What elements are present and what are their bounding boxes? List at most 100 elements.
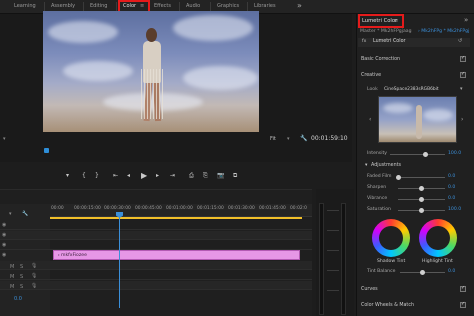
workspace-libraries[interactable]: Libraries: [254, 3, 276, 9]
vibrance-knob[interactable]: [419, 197, 424, 202]
vibrance-label: Vibrance: [367, 196, 388, 201]
previous-look-icon[interactable]: ‹: [369, 116, 371, 123]
sequence-clip-link[interactable]: › Mk2hFPg * Mk2hFPgj: [418, 29, 469, 34]
track-v1[interactable]: [0, 241, 312, 250]
track-v3[interactable]: [0, 221, 312, 230]
intensity-value[interactable]: 100.0: [448, 151, 461, 156]
ruler-label: 00:01:00:00: [166, 206, 193, 211]
step-back-icon[interactable]: ◂: [127, 172, 130, 180]
adjustments-toggle[interactable]: ▾: [365, 163, 367, 168]
step-forward-icon[interactable]: ▸: [156, 172, 159, 180]
vibrance-value[interactable]: 0.0: [448, 196, 455, 201]
track-a3[interactable]: [0, 281, 312, 290]
creative-checkbox[interactable]: [460, 71, 466, 78]
curves-checkbox[interactable]: [460, 285, 466, 292]
workspace-assembly[interactable]: Assembly: [51, 3, 75, 9]
track-v2[interactable]: [0, 231, 312, 240]
sharpen-value[interactable]: 0.0: [448, 185, 455, 190]
basic-correction-checkbox[interactable]: [460, 55, 466, 62]
section-color-wheels[interactable]: Color Wheels & Match: [361, 303, 414, 308]
ruler-label: 00:01:45:00: [259, 206, 286, 211]
section-curves[interactable]: Curves: [361, 287, 378, 292]
program-monitor-video[interactable]: [43, 11, 259, 132]
intensity-knob[interactable]: [423, 152, 428, 157]
marker-icon[interactable]: ▾: [66, 172, 69, 180]
workspaces-overflow-icon[interactable]: »: [297, 1, 302, 10]
work-area-bar[interactable]: [50, 217, 302, 219]
intensity-slider[interactable]: [390, 154, 445, 155]
microphone-icon[interactable]: 🎙: [31, 283, 37, 289]
track-a2[interactable]: [0, 271, 312, 280]
workspace-learning[interactable]: Learning: [14, 3, 36, 9]
saturation-value[interactable]: 100.0: [448, 207, 461, 212]
separator: [83, 2, 84, 11]
shadow-tint-wheel[interactable]: [372, 219, 410, 257]
section-creative[interactable]: Creative: [361, 73, 381, 78]
comparison-icon[interactable]: ⧉: [233, 172, 237, 180]
look-dropdown[interactable]: CineSpace2383sRGB6bit: [384, 87, 439, 92]
solo-icon[interactable]: S: [20, 274, 23, 280]
microphone-icon[interactable]: 🎙: [31, 273, 37, 279]
fit-dropdown[interactable]: Fit: [270, 136, 276, 142]
separator: [44, 2, 45, 11]
workspace-audio[interactable]: Audio: [186, 3, 200, 9]
workspace-graphics[interactable]: Graphics: [217, 3, 239, 9]
adjustments-header[interactable]: Adjustments: [371, 163, 401, 168]
wrench-icon[interactable]: 🔧: [22, 211, 28, 217]
sharpen-knob[interactable]: [419, 186, 424, 191]
chevron-down-icon[interactable]: ▾: [287, 136, 290, 142]
track-a1[interactable]: [0, 261, 312, 270]
master-clip-label[interactable]: Master * Mk2hFPgjaag: [360, 29, 412, 34]
next-look-icon[interactable]: ›: [461, 116, 463, 123]
highlight-box-lumetri-tab: [358, 14, 404, 28]
wrench-icon[interactable]: 🔧: [300, 135, 307, 142]
workspace-editing[interactable]: Editing: [90, 3, 107, 9]
chevron-down-icon[interactable]: ▾: [460, 86, 463, 92]
insert-icon[interactable]: ⎙: [189, 172, 194, 180]
eye-icon[interactable]: ◉: [2, 222, 6, 228]
panel-overflow-icon[interactable]: »: [464, 16, 468, 24]
monitor-playhead[interactable]: [44, 148, 49, 153]
faded-film-knob[interactable]: [396, 175, 401, 180]
eye-icon[interactable]: ◉: [2, 252, 6, 258]
separator: [116, 2, 117, 11]
clip-label: 🞄 mkfxFiozee: [58, 253, 87, 258]
mute-icon[interactable]: M: [10, 264, 14, 270]
eye-icon[interactable]: ◉: [2, 232, 6, 238]
timeline-playhead-line: [119, 212, 120, 308]
chevron-down-icon[interactable]: ▾: [3, 136, 6, 142]
go-to-in-icon[interactable]: ⇤: [113, 172, 118, 180]
meter-tick: [327, 270, 339, 271]
eye-icon[interactable]: ◉: [2, 242, 6, 248]
tint-balance-knob[interactable]: [420, 270, 425, 275]
faded-film-value[interactable]: 0.0: [448, 174, 455, 179]
color-wheels-checkbox[interactable]: [460, 301, 466, 308]
reset-icon[interactable]: ↺: [458, 38, 462, 44]
solo-icon[interactable]: S: [20, 284, 23, 290]
tint-balance-value[interactable]: 0.0: [448, 269, 455, 274]
separator: [247, 2, 248, 11]
out-point-icon[interactable]: }: [95, 172, 99, 180]
look-preview-thumbnail[interactable]: [378, 96, 457, 143]
play-icon[interactable]: ▶: [141, 172, 147, 180]
workspace-effects[interactable]: Effects: [154, 3, 171, 9]
video-clip[interactable]: 🞄 mkfxFiozee: [53, 250, 300, 260]
snap-icon[interactable]: ▾: [9, 211, 12, 217]
go-to-out-icon[interactable]: ⇥: [170, 172, 175, 180]
ruler-label: 00:02:0: [290, 206, 307, 211]
in-point-icon[interactable]: {: [82, 172, 86, 180]
mute-icon[interactable]: M: [10, 274, 14, 280]
solo-icon[interactable]: S: [20, 264, 23, 270]
overwrite-icon[interactable]: ⎘: [203, 172, 208, 180]
microphone-icon[interactable]: 🎙: [31, 263, 37, 269]
section-basic-correction[interactable]: Basic Correction: [361, 57, 400, 62]
cloud: [63, 61, 133, 81]
mute-icon[interactable]: M: [10, 284, 14, 290]
audio-meter-left: [319, 203, 324, 315]
track-volume-value[interactable]: 0.0: [14, 296, 22, 302]
highlight-tint-wheel[interactable]: [419, 219, 457, 257]
faded-film-slider[interactable]: [398, 177, 445, 178]
saturation-knob[interactable]: [419, 208, 424, 213]
thumbnail-figure: [416, 105, 422, 139]
export-frame-icon[interactable]: 📷: [217, 172, 224, 180]
